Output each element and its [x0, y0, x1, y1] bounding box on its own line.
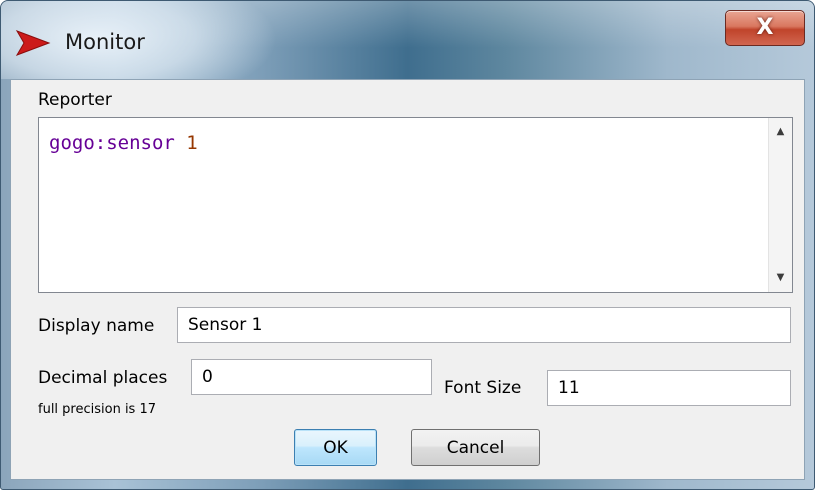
- dialog-body: Reporter gogo:sensor 1 ▲ ▼ Display name …: [10, 79, 805, 480]
- display-name-label: Display name: [38, 316, 155, 336]
- monitor-dialog: Monitor X Reporter gogo:sensor 1 ▲ ▼ Dis…: [0, 0, 815, 490]
- cancel-button[interactable]: Cancel: [411, 429, 540, 466]
- close-icon: X: [756, 15, 774, 40]
- code-argument: 1: [186, 132, 198, 154]
- code-primitive: gogo:sensor: [49, 132, 175, 154]
- reporter-scrollbar[interactable]: ▲ ▼: [768, 118, 792, 292]
- display-name-input[interactable]: [177, 307, 791, 343]
- font-size-input[interactable]: [547, 370, 791, 406]
- ok-button[interactable]: OK: [294, 429, 377, 466]
- title-bar[interactable]: Monitor X: [1, 1, 814, 79]
- reporter-code: gogo:sensor 1: [49, 132, 198, 154]
- close-button[interactable]: X: [725, 10, 805, 46]
- scroll-up-arrow-icon[interactable]: ▲: [769, 121, 792, 143]
- font-size-label: Font Size: [444, 378, 522, 398]
- window-title: Monitor: [65, 30, 145, 54]
- precision-hint: full precision is 17: [38, 402, 157, 417]
- decimal-places-label: Decimal places: [38, 368, 168, 388]
- decimal-places-input[interactable]: [191, 359, 432, 395]
- reporter-label: Reporter: [38, 90, 112, 110]
- reporter-editor[interactable]: gogo:sensor 1 ▲ ▼: [38, 117, 793, 293]
- scroll-down-arrow-icon[interactable]: ▼: [769, 267, 792, 289]
- netlogo-red-arrow-icon: [15, 29, 51, 57]
